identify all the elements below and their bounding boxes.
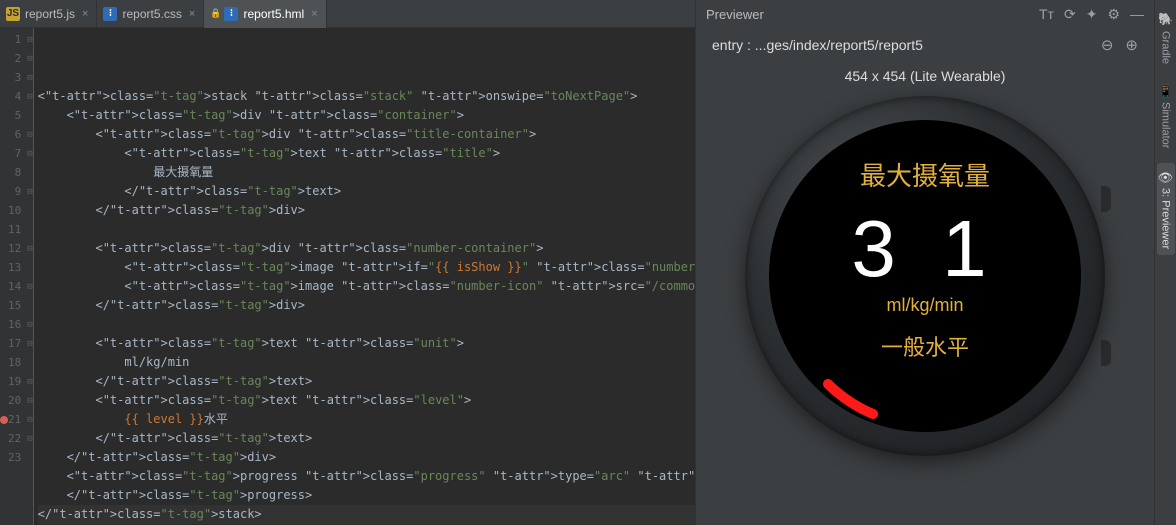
right-tool-rail: 🐘 Gradle 📱 Simulator 👁 3: Previewer [1154,0,1176,525]
tab-report5-css[interactable]: ⁝ report5.css × [97,0,204,28]
close-icon[interactable]: × [82,8,88,20]
rail-label: 3: Previewer [1160,188,1172,249]
gear-icon[interactable]: ⚙ [1107,6,1120,23]
zoom-out-icon[interactable]: ⊖ [1101,36,1114,54]
tabs-bar: JS report5.js × ⁝ report5.css × 🔒 ⁝ repo… [0,0,695,28]
line-number-gutter: 1234567891011121314151617181920212223 [8,28,27,525]
js-file-icon: JS [6,7,20,21]
text-size-icon[interactable]: Tᴛ [1039,6,1054,22]
entry-path: entry : ...ges/index/report5/report5 [712,37,1089,53]
rail-label: Simulator [1160,102,1172,148]
code-editor[interactable]: ✔ <"t-attr">class="t-tag">stack "t-attr"… [34,28,695,525]
minimize-icon[interactable]: — [1130,6,1144,22]
eye-icon: 👁 [1159,169,1173,184]
rail-label: Gradle [1160,31,1172,64]
preview-dimensions: 454 x 454 (Lite Wearable) [845,68,1006,84]
previewer-header: Previewer Tᴛ ⟳ ✦ ⚙ — [696,0,1154,28]
plug-icon[interactable]: ✦ [1086,6,1098,23]
rail-previewer[interactable]: 👁 3: Previewer [1157,163,1175,255]
hml-file-icon: ⁝ [224,7,238,21]
rail-gradle[interactable]: 🐘 Gradle [1157,6,1175,70]
progress-arc [773,124,1077,428]
previewer-pane: Previewer Tᴛ ⟳ ✦ ⚙ — entry : ...ges/inde… [695,0,1154,525]
zoom-in-icon[interactable]: ⊕ [1125,36,1138,54]
editor-pane: JS report5.js × ⁝ report5.css × 🔒 ⁝ repo… [0,0,695,525]
gradle-icon: 🐘 [1159,12,1173,27]
tab-report5-js[interactable]: JS report5.js × [0,0,97,28]
simulator-icon: 📱 [1159,84,1173,99]
watch-crown-top [1101,186,1111,212]
lock-icon: 🔒 [210,8,221,19]
css-file-icon: ⁝ [103,7,117,21]
watch-body: 最大摄氧量 3 1 ml/kg/min 一般水平 [745,96,1105,456]
tab-label: report5.css [122,7,181,21]
entry-bar: entry : ...ges/index/report5/report5 ⊖ ⊕ [696,28,1154,58]
watch-device: 最大摄氧量 3 1 ml/kg/min 一般水平 [745,96,1105,486]
code-area: 1234567891011121314151617181920212223 ⊟⊟… [0,28,695,525]
watch-screen[interactable]: 最大摄氧量 3 1 ml/kg/min 一般水平 [769,120,1081,432]
tab-label: report5.hml [243,7,304,21]
refresh-icon[interactable]: ⟳ [1064,6,1076,23]
rail-simulator[interactable]: 📱 Simulator [1157,78,1175,155]
tab-report5-hml[interactable]: 🔒 ⁝ report5.hml × [204,0,326,28]
previewer-title: Previewer [706,7,1029,22]
breakpoint-gutter[interactable] [0,28,8,525]
tab-label: report5.js [25,7,75,21]
close-icon[interactable]: × [189,8,195,20]
preview-stage: 454 x 454 (Lite Wearable) 最大摄氧量 3 1 ml/k… [696,58,1154,525]
watch-crown-bottom [1101,340,1111,366]
close-icon[interactable]: × [311,8,317,20]
